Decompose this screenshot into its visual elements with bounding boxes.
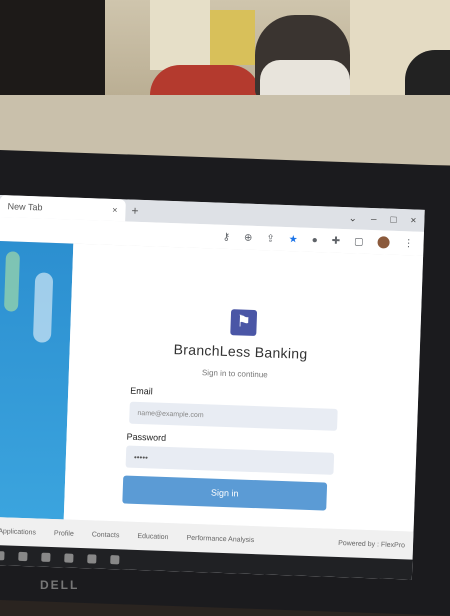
maximize-button[interactable]: □ [390, 214, 396, 225]
tab-title: New Tab [7, 201, 43, 213]
taskbar-app-icon[interactable] [0, 550, 5, 560]
footer-link[interactable]: Applications [0, 528, 36, 536]
decorative-side-panel [0, 240, 74, 520]
password-field[interactable] [125, 445, 335, 475]
signin-subtitle: Sign in to continue [201, 368, 268, 380]
profile-avatar[interactable] [377, 236, 390, 249]
menu-icon[interactable]: ⋮ [403, 238, 413, 249]
footer-link[interactable]: Contacts [92, 531, 120, 539]
extension-icon[interactable]: ● [312, 234, 318, 245]
password-label: Password [126, 431, 167, 443]
share-icon[interactable]: ⇪ [266, 233, 275, 244]
email-label: Email [130, 385, 153, 397]
signin-button[interactable]: Sign in [122, 475, 328, 511]
minimize-button[interactable]: – [371, 213, 377, 224]
taskbar-app-icon[interactable] [110, 554, 120, 564]
bank-logo-icon: ⚑ [230, 309, 258, 337]
login-panel: ⚑ BranchLess Banking Sign in to continue… [63, 243, 424, 532]
taskbar-app-icon[interactable] [18, 551, 28, 561]
browser-tab[interactable]: New Tab × [0, 195, 126, 222]
footer-link[interactable]: Profile [54, 530, 74, 538]
dell-logo: DELL [40, 578, 80, 592]
footer-link[interactable]: Education [137, 533, 168, 541]
window-controls: ⌄ – □ × [348, 213, 424, 227]
tab-search-icon[interactable]: ⌄ [348, 213, 357, 224]
key-icon[interactable]: ⚷ [223, 231, 231, 242]
app-title: BranchLess Banking [173, 341, 308, 362]
tab-close-icon[interactable]: × [112, 205, 118, 215]
browser-window: New Tab × + ⌄ – □ × ⚷ ⊕ ⇪ ★ ● ✚ ▢ ⋮ ⚑ Br… [0, 195, 425, 580]
taskbar-app-icon[interactable] [64, 552, 74, 563]
email-field[interactable] [129, 401, 338, 431]
powered-by-text: Powered by : FlexPro [338, 539, 406, 549]
taskbar-app-icon[interactable] [41, 552, 51, 562]
puzzle-icon[interactable]: ✚ [332, 235, 341, 246]
zoom-icon[interactable]: ⊕ [244, 232, 253, 243]
new-tab-button[interactable]: + [131, 204, 138, 218]
footer-link[interactable]: Performance Analysis [186, 534, 254, 543]
close-window-button[interactable]: × [410, 215, 416, 226]
page-content: ⚑ BranchLess Banking Sign in to continue… [0, 240, 424, 532]
background-scene [0, 0, 450, 170]
taskbar-app-icon[interactable] [87, 553, 97, 564]
bookmark-star-icon[interactable]: ★ [289, 234, 298, 245]
sidepanel-icon[interactable]: ▢ [354, 236, 364, 247]
